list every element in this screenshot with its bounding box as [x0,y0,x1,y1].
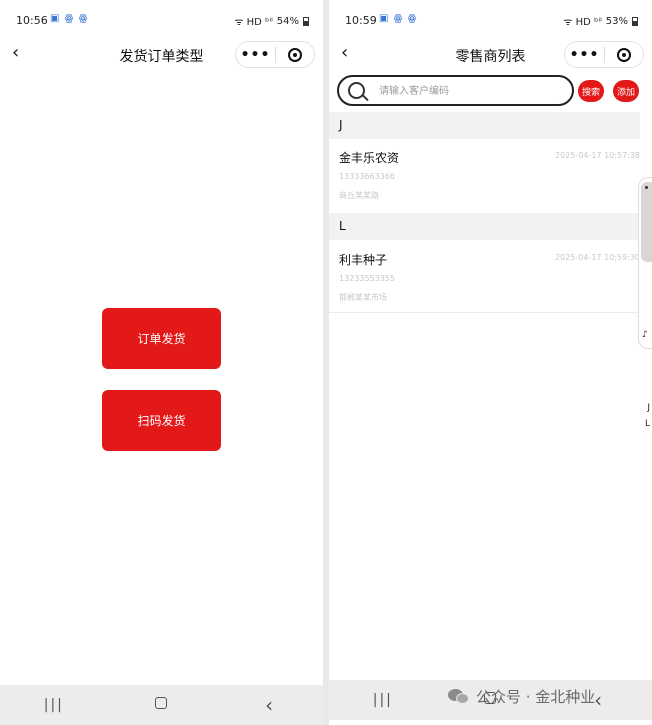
right-phone-screen: 10:59 ▣ ꙮ ꙮ ᯤ HD ᵇⁱˡ 53% ‹ 零售商列表 ••• 搜索 … [329,0,652,725]
section-header-l: L [329,213,640,240]
list-item[interactable]: 利丰种子 2025-04-17 10:59:30 13233553355 邯郸某… [329,241,640,313]
wechat-icon [448,688,470,705]
mini-program-capsule: ••• [564,41,644,68]
floating-scroll-tab[interactable]: ♪ [638,177,652,349]
status-right-icons: ᯤ HD ᵇⁱˡ 54% [234,14,309,28]
order-ship-button[interactable]: 订单发货 [102,308,221,369]
left-phone-screen: 10:56 ▣ ꙮ ꙮ ᯤ HD ᵇⁱˡ 54% ‹ 发货订单类型 ••• 订单… [0,0,323,725]
scroll-thumb[interactable] [641,182,652,262]
music-note-icon: ♪ [642,330,648,340]
home-button[interactable] [141,697,181,713]
scroll-dot [645,186,648,189]
recents-icon[interactable]: ||| [363,692,403,708]
search-icon [348,82,365,99]
status-time: 10:59 [345,14,377,27]
battery-icon [303,16,309,26]
system-back-icon[interactable]: ‹ [249,693,289,717]
search-box[interactable] [337,75,574,106]
notification-icons: ▣ ꙮ ꙮ [379,13,418,24]
watermark: 公众号 · 金北种业 [448,686,595,707]
retailer-name: 利丰种子 [339,253,388,267]
retailer-date: 2025-04-17 10:57:38 [555,151,640,160]
target-icon [287,47,302,62]
more-icon[interactable]: ••• [236,47,275,63]
retailer-name: 金丰乐农资 [339,151,400,165]
notification-icons: ▣ ꙮ ꙮ [50,13,89,24]
scan-ship-button[interactable]: 扫码发货 [102,390,221,451]
side-index-l[interactable]: L [645,419,650,429]
close-miniprogram-button[interactable] [276,47,314,62]
retailer-address: 商丘某某路 [339,191,379,200]
status-right-icons: ᯤ HD ᵇⁱˡ 53% [563,14,638,28]
retailer-phone: 13233553355 [339,274,395,283]
target-icon [616,47,631,62]
close-miniprogram-button[interactable] [605,47,643,62]
retailer-address: 邯郸某某市场 [339,293,387,302]
recents-icon[interactable]: ||| [34,697,74,713]
watermark-text: 公众号 · 金北种业 [476,688,596,706]
search-button[interactable]: 搜索 [578,80,605,102]
signal-icon: ᯤ HD ᵇⁱˡ [563,17,602,28]
retailer-date: 2025-04-17 10:59:30 [555,253,640,262]
status-bar: 10:59 ▣ ꙮ ꙮ ᯤ HD ᵇⁱˡ 53% [329,0,652,38]
nav-bar: ‹ 零售商列表 ••• [329,38,652,72]
search-input[interactable] [379,82,559,100]
more-icon[interactable]: ••• [565,47,604,63]
battery-percent: 53% [605,15,628,27]
home-icon [155,697,168,709]
side-index-j[interactable]: J [647,403,650,413]
system-nav-bar: ||| ‹ [0,685,323,725]
status-bar: 10:56 ▣ ꙮ ꙮ ᯤ HD ᵇⁱˡ 54% [0,0,323,38]
nav-bar: ‹ 发货订单类型 ••• [0,38,323,72]
battery-icon [632,16,638,26]
search-row: 搜索 添加 [337,75,652,107]
add-button[interactable]: 添加 [613,80,640,102]
signal-icon: ᯤ HD ᵇⁱˡ [234,17,273,28]
section-header-j: J [329,112,640,139]
mini-program-capsule: ••• [235,41,315,68]
battery-percent: 54% [276,15,299,27]
list-item[interactable]: 金丰乐农资 2025-04-17 10:57:38 13333663366 商丘… [329,139,640,211]
retailer-phone: 13333663366 [339,172,395,181]
status-time: 10:56 [16,14,48,27]
